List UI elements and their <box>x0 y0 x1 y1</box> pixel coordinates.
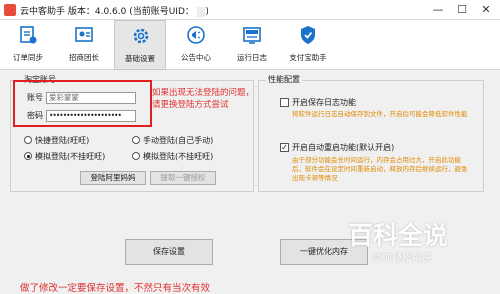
title-bar: 云中客助手 版本：4.0.6.0 (当前账号UID： ...) — ☐ ✕ <box>0 0 500 20</box>
maximize-button[interactable]: ☐ <box>450 0 474 19</box>
pull-cookie-button[interactable]: 提取一键授权 <box>150 171 216 185</box>
radio-quick-login[interactable] <box>24 136 32 144</box>
radio-label: 快捷登陆(旺旺) <box>35 136 90 145</box>
alipay-shield-icon <box>301 26 315 44</box>
restart-option-label: 开启自动重启功能(默认开启) <box>292 143 395 152</box>
radio-manual-login[interactable] <box>132 136 140 144</box>
restart-option-desc: 由于部分功能会长时间运行，内存会占用过大，开启此功能后，软件会在设定时间重新启动… <box>292 156 468 182</box>
tab-label: 招商团长 <box>69 53 99 62</box>
restart-checkbox[interactable]: ✓ <box>280 143 289 152</box>
order-sync-icon <box>20 26 37 44</box>
tab-merchant-leader[interactable]: 招商团长 <box>58 20 110 70</box>
browser-login-button[interactable]: 登陆阿里妈妈 <box>80 171 146 185</box>
log-checkbox[interactable] <box>280 98 289 107</box>
radio-label: 模拟登陆(不挂旺旺) <box>35 152 106 161</box>
tab-order-sync[interactable]: 订单同步 <box>2 20 54 70</box>
close-button[interactable]: ✕ <box>474 0 498 19</box>
tab-label: 支付宝助手 <box>289 53 327 62</box>
save-settings-button[interactable]: 保存设置 <box>125 239 213 265</box>
highlight-box <box>13 80 152 127</box>
app-logo-icon <box>4 4 16 16</box>
watermark-title: 百科全说 <box>348 221 449 250</box>
uid-blurred: ... <box>196 7 206 17</box>
radio-simulated-login-2[interactable] <box>132 152 140 160</box>
announcement-icon <box>187 26 205 44</box>
login-hint-annotation: 如果出现无法登陆的问题，请更换登陆方式尝试 <box>152 88 255 110</box>
settings-gear-icon <box>133 28 149 44</box>
tab-label: 公告中心 <box>181 53 211 62</box>
run-log-icon <box>243 27 261 44</box>
radio-simulated-login[interactable] <box>24 152 32 160</box>
radio-label: 手动登陆(自己手动) <box>143 136 214 145</box>
log-option-label: 开启保存日志功能 <box>292 98 356 107</box>
performance-group-title: 性能配置 <box>266 74 302 85</box>
tab-label: 基础设置 <box>125 54 155 63</box>
window-title: 云中客助手 版本：4.0.6.0 (当前账号UID： ...) <box>20 7 209 17</box>
tab-alipay-assistant[interactable]: 支付宝助手 <box>282 20 334 70</box>
tab-basic-settings[interactable]: 基础设置 <box>114 20 166 70</box>
main-toolbar: 订单同步 招商团长 基础设置 公告中心 运行日志 支付宝助手 <box>0 20 500 70</box>
merchant-leader-icon <box>75 27 93 42</box>
radio-label: 模拟登陆(不挂旺旺) <box>143 152 214 161</box>
tab-run-log[interactable]: 运行日志 <box>226 20 278 70</box>
minimize-button[interactable]: — <box>426 0 450 19</box>
log-option-desc: 将软件运行日志自动保存到文件，开启后可能会降低软件性能 <box>292 110 468 118</box>
save-reminder-text: 做了修改一定要保存设置，不然只有当次有效 <box>20 283 211 294</box>
watermark-subtitle: 助你轻松解决 <box>372 253 432 264</box>
tab-label: 订单同步 <box>13 53 43 62</box>
tab-label: 运行日志 <box>237 53 267 62</box>
tab-announcement[interactable]: 公告中心 <box>170 20 222 70</box>
